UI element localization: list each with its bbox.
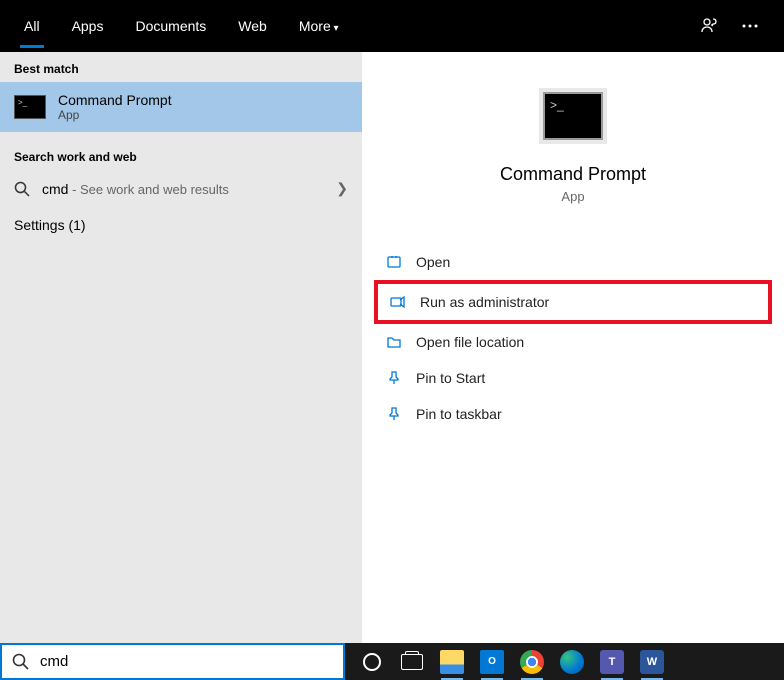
search-suffix: - See work and web results [68, 182, 228, 197]
tab-apps[interactable]: Apps [56, 4, 120, 48]
chrome-icon [520, 650, 544, 674]
teams-icon: T [600, 650, 624, 674]
tab-web[interactable]: Web [222, 4, 283, 48]
taskbar: O T W [0, 643, 784, 680]
search-input[interactable] [40, 653, 333, 670]
tab-more[interactable]: More [283, 4, 355, 48]
action-pin-start-label: Pin to Start [416, 370, 485, 386]
file-explorer-button[interactable] [433, 643, 471, 680]
best-match-header: Best match [0, 52, 362, 82]
search-filter-header: All Apps Documents Web More [0, 0, 784, 52]
taskbar-search-box[interactable] [0, 643, 345, 680]
cortana-icon [363, 653, 381, 671]
settings-category[interactable]: Settings (1) [0, 207, 362, 243]
action-open-label: Open [416, 254, 450, 270]
results-panel: Best match Command Prompt App Search wor… [0, 52, 362, 643]
preview-app-icon [543, 92, 603, 140]
result-command-prompt[interactable]: Command Prompt App [0, 82, 362, 132]
admin-shield-icon [390, 294, 406, 310]
search-icon [14, 181, 30, 197]
main-content: Best match Command Prompt App Search wor… [0, 52, 784, 643]
edge-button[interactable] [553, 643, 591, 680]
action-pin-to-taskbar[interactable]: Pin to taskbar [374, 396, 772, 432]
actions-list: Open Run as administrator Open file loca… [362, 244, 784, 432]
action-open-location-label: Open file location [416, 334, 524, 350]
search-work-web-item[interactable]: cmd - See work and web results ❯ [0, 170, 362, 207]
header-right [700, 16, 776, 36]
result-text: Command Prompt App [58, 92, 348, 122]
pin-start-icon [386, 370, 402, 386]
action-run-admin-label: Run as administrator [420, 294, 549, 310]
filter-tabs: All Apps Documents Web More [8, 4, 700, 48]
open-icon [386, 254, 402, 270]
feedback-icon[interactable] [700, 16, 720, 36]
action-run-as-administrator[interactable]: Run as administrator [374, 280, 772, 324]
cortana-button[interactable] [353, 643, 391, 680]
search-work-web-header: Search work and web [0, 132, 362, 170]
preview-subtitle: App [561, 189, 584, 204]
taskbar-icons: O T W [345, 643, 671, 680]
task-view-icon [401, 654, 423, 670]
result-subtitle: App [58, 108, 348, 122]
pin-taskbar-icon [386, 406, 402, 422]
task-view-button[interactable] [393, 643, 431, 680]
chevron-right-icon: ❯ [336, 180, 348, 197]
tab-all[interactable]: All [8, 4, 56, 48]
search-icon [12, 653, 30, 671]
action-open-file-location[interactable]: Open file location [374, 324, 772, 360]
more-options-icon[interactable] [740, 16, 760, 36]
search-query: cmd [42, 181, 68, 197]
word-button[interactable]: W [633, 643, 671, 680]
action-pin-to-start[interactable]: Pin to Start [374, 360, 772, 396]
preview-title: Command Prompt [500, 164, 646, 185]
action-open[interactable]: Open [374, 244, 772, 280]
result-title: Command Prompt [58, 92, 348, 108]
word-icon: W [640, 650, 664, 674]
edge-icon [560, 650, 584, 674]
outlook-icon: O [480, 650, 504, 674]
action-pin-taskbar-label: Pin to taskbar [416, 406, 502, 422]
file-explorer-icon [440, 650, 464, 674]
outlook-button[interactable]: O [473, 643, 511, 680]
preview-panel: Command Prompt App Open Run as administr… [362, 52, 784, 643]
command-prompt-icon [14, 95, 46, 119]
search-row-text: cmd - See work and web results [42, 181, 324, 197]
tab-documents[interactable]: Documents [119, 4, 222, 48]
chrome-button[interactable] [513, 643, 551, 680]
folder-icon [386, 334, 402, 350]
teams-button[interactable]: T [593, 643, 631, 680]
